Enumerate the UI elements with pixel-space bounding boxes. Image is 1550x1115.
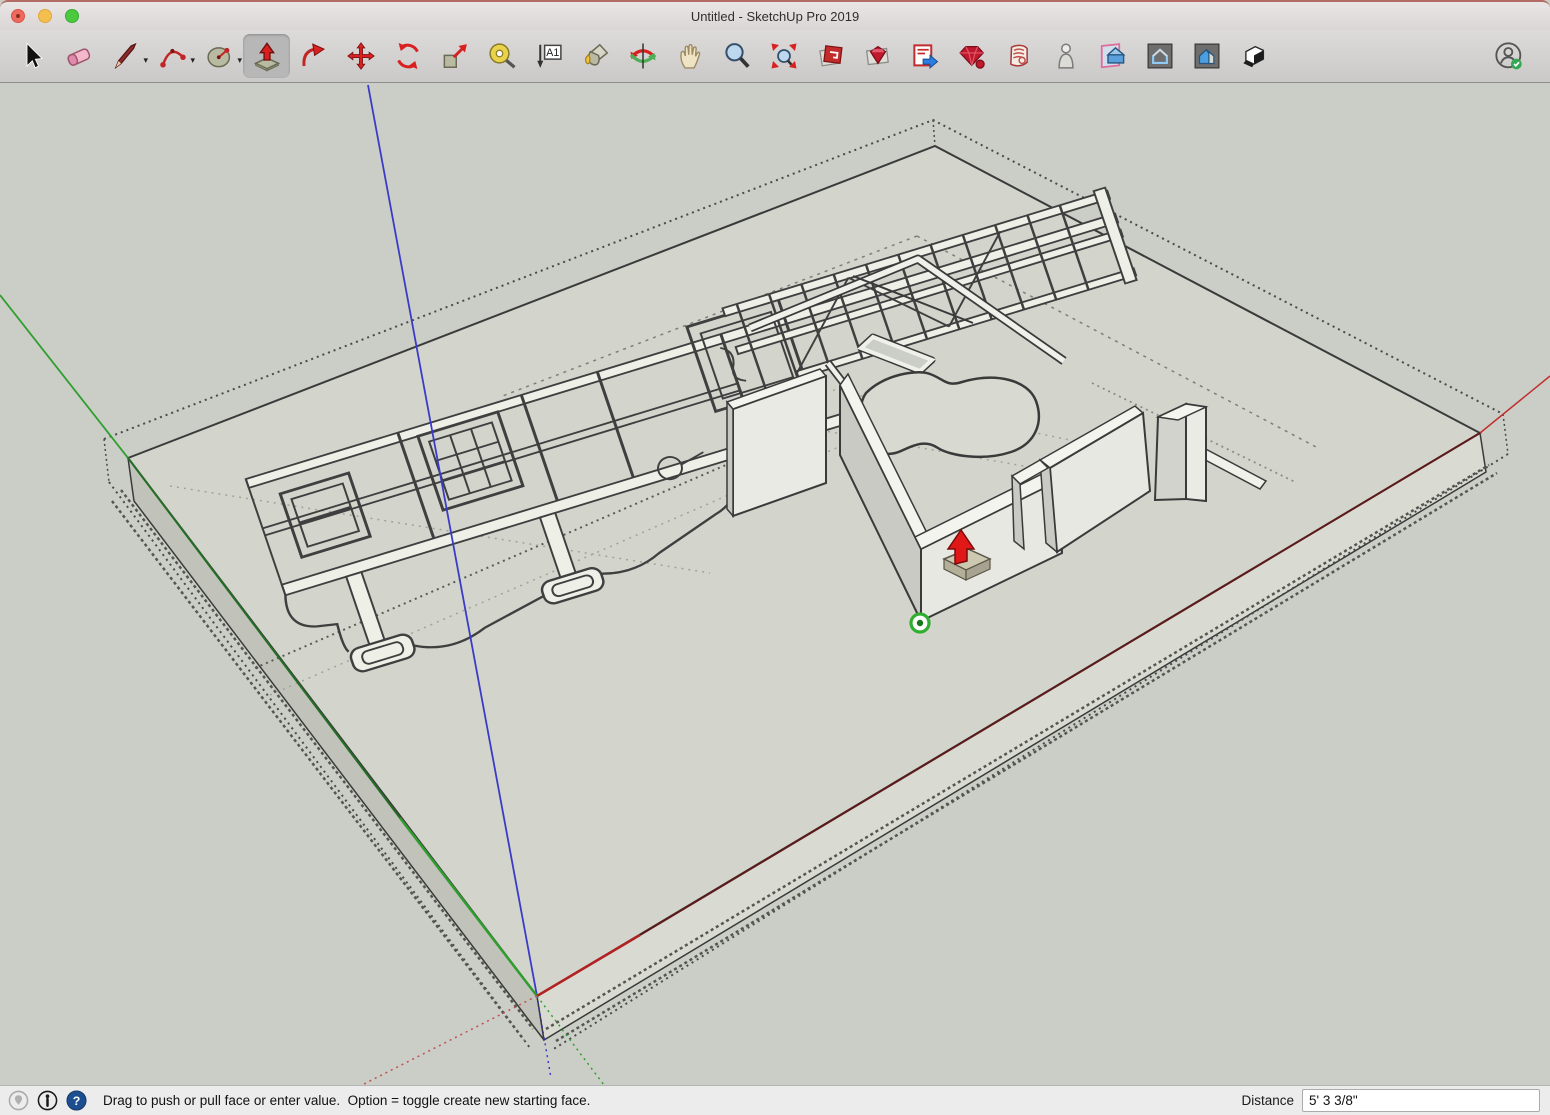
position-camera-icon [1051,41,1081,71]
paint-bucket-tool-button[interactable] [572,34,619,78]
shaded-view-button[interactable] [1183,34,1230,78]
section-plane-button[interactable] [1089,34,1136,78]
tape-measure-icon [487,41,517,71]
window-title: Untitled - SketchUp Pro 2019 [691,9,859,24]
materials-button[interactable] [995,34,1042,78]
shapes-icon [205,41,235,71]
scale-icon [440,41,470,71]
dimension-tool-button[interactable]: A1 [525,34,572,78]
minimize-button[interactable] [38,9,52,23]
rotate-icon [393,41,423,71]
main-toolbar: ▾ ▾ ▾ A1 [0,30,1550,83]
shadows-button[interactable] [1230,34,1277,78]
arc-tool-button[interactable]: ▾ [149,34,196,78]
rotate-tool-button[interactable] [384,34,431,78]
pan-hand-icon [675,41,705,71]
pencil-icon [111,41,141,71]
x-ray-view-icon [1145,41,1175,71]
zoom-icon [722,41,752,71]
info-icon[interactable] [37,1090,58,1111]
send-to-layout-button[interactable] [901,34,948,78]
orbit-icon [628,41,658,71]
account-button[interactable] [1485,34,1532,78]
zoom-tool-button[interactable] [713,34,760,78]
send-to-layout-icon [910,41,940,71]
title-bar: Untitled - SketchUp Pro 2019 [0,0,1550,30]
traffic-lights [11,9,79,23]
3d-warehouse-button[interactable] [807,34,854,78]
move-icon [346,41,376,71]
status-hint-text: Drag to push or pull face or enter value… [103,1093,590,1108]
select-tool-button[interactable] [8,34,55,78]
svg-text:?: ? [73,1094,81,1108]
materials-scroll-icon [1004,41,1034,71]
select-cursor-icon [17,41,47,71]
help-icon[interactable]: ? [66,1090,87,1111]
push-pull-tool-button[interactable] [243,34,290,78]
geolocation-icon[interactable] [8,1090,29,1111]
extension-warehouse-icon [957,41,987,71]
share-model-icon [863,41,893,71]
dimension-icon: A1 [534,41,564,71]
modeling-viewport[interactable] [0,83,1550,1085]
eraser-tool-button[interactable] [55,34,102,78]
shadows-icon [1239,41,1269,71]
zoom-window-button[interactable] [65,9,79,23]
share-model-button[interactable] [854,34,901,78]
measurement-label: Distance [1241,1093,1294,1108]
push-pull-icon [251,40,283,72]
position-camera-button[interactable] [1042,34,1089,78]
follow-me-icon [299,41,329,71]
scale-tool-button[interactable] [431,34,478,78]
arc-dropdown-caret[interactable]: ▾ [190,56,195,65]
arc-icon [158,41,188,71]
move-tool-button[interactable] [337,34,384,78]
section-plane-icon [1098,41,1128,71]
origin-point-marker [911,614,929,632]
extension-warehouse-button[interactable] [948,34,995,78]
account-icon [1493,40,1525,72]
x-ray-view-button[interactable] [1136,34,1183,78]
orbit-tool-button[interactable] [619,34,666,78]
tape-measure-tool-button[interactable] [478,34,525,78]
pool-outline [860,372,1038,456]
zoom-extents-tool-button[interactable] [760,34,807,78]
follow-me-tool-button[interactable] [290,34,337,78]
svg-text:A1: A1 [546,47,559,59]
distance-input[interactable] [1302,1089,1540,1112]
shapes-tool-button[interactable]: ▾ [196,34,243,78]
eraser-icon [64,41,94,71]
zoom-extents-icon [769,41,799,71]
sketchup-window: Untitled - SketchUp Pro 2019 ▾ ▾ ▾ A1 [0,0,1550,1111]
line-tool-button[interactable]: ▾ [102,34,149,78]
close-button[interactable] [11,9,25,23]
3d-warehouse-icon [816,41,846,71]
paint-bucket-icon [581,41,611,71]
shapes-dropdown-caret[interactable]: ▾ [237,56,242,65]
pan-tool-button[interactable] [666,34,713,78]
document-edited-dot [16,14,20,18]
modeling-canvas[interactable] [0,83,1550,1085]
line-dropdown-caret[interactable]: ▾ [143,56,148,65]
shaded-view-icon [1192,41,1222,71]
